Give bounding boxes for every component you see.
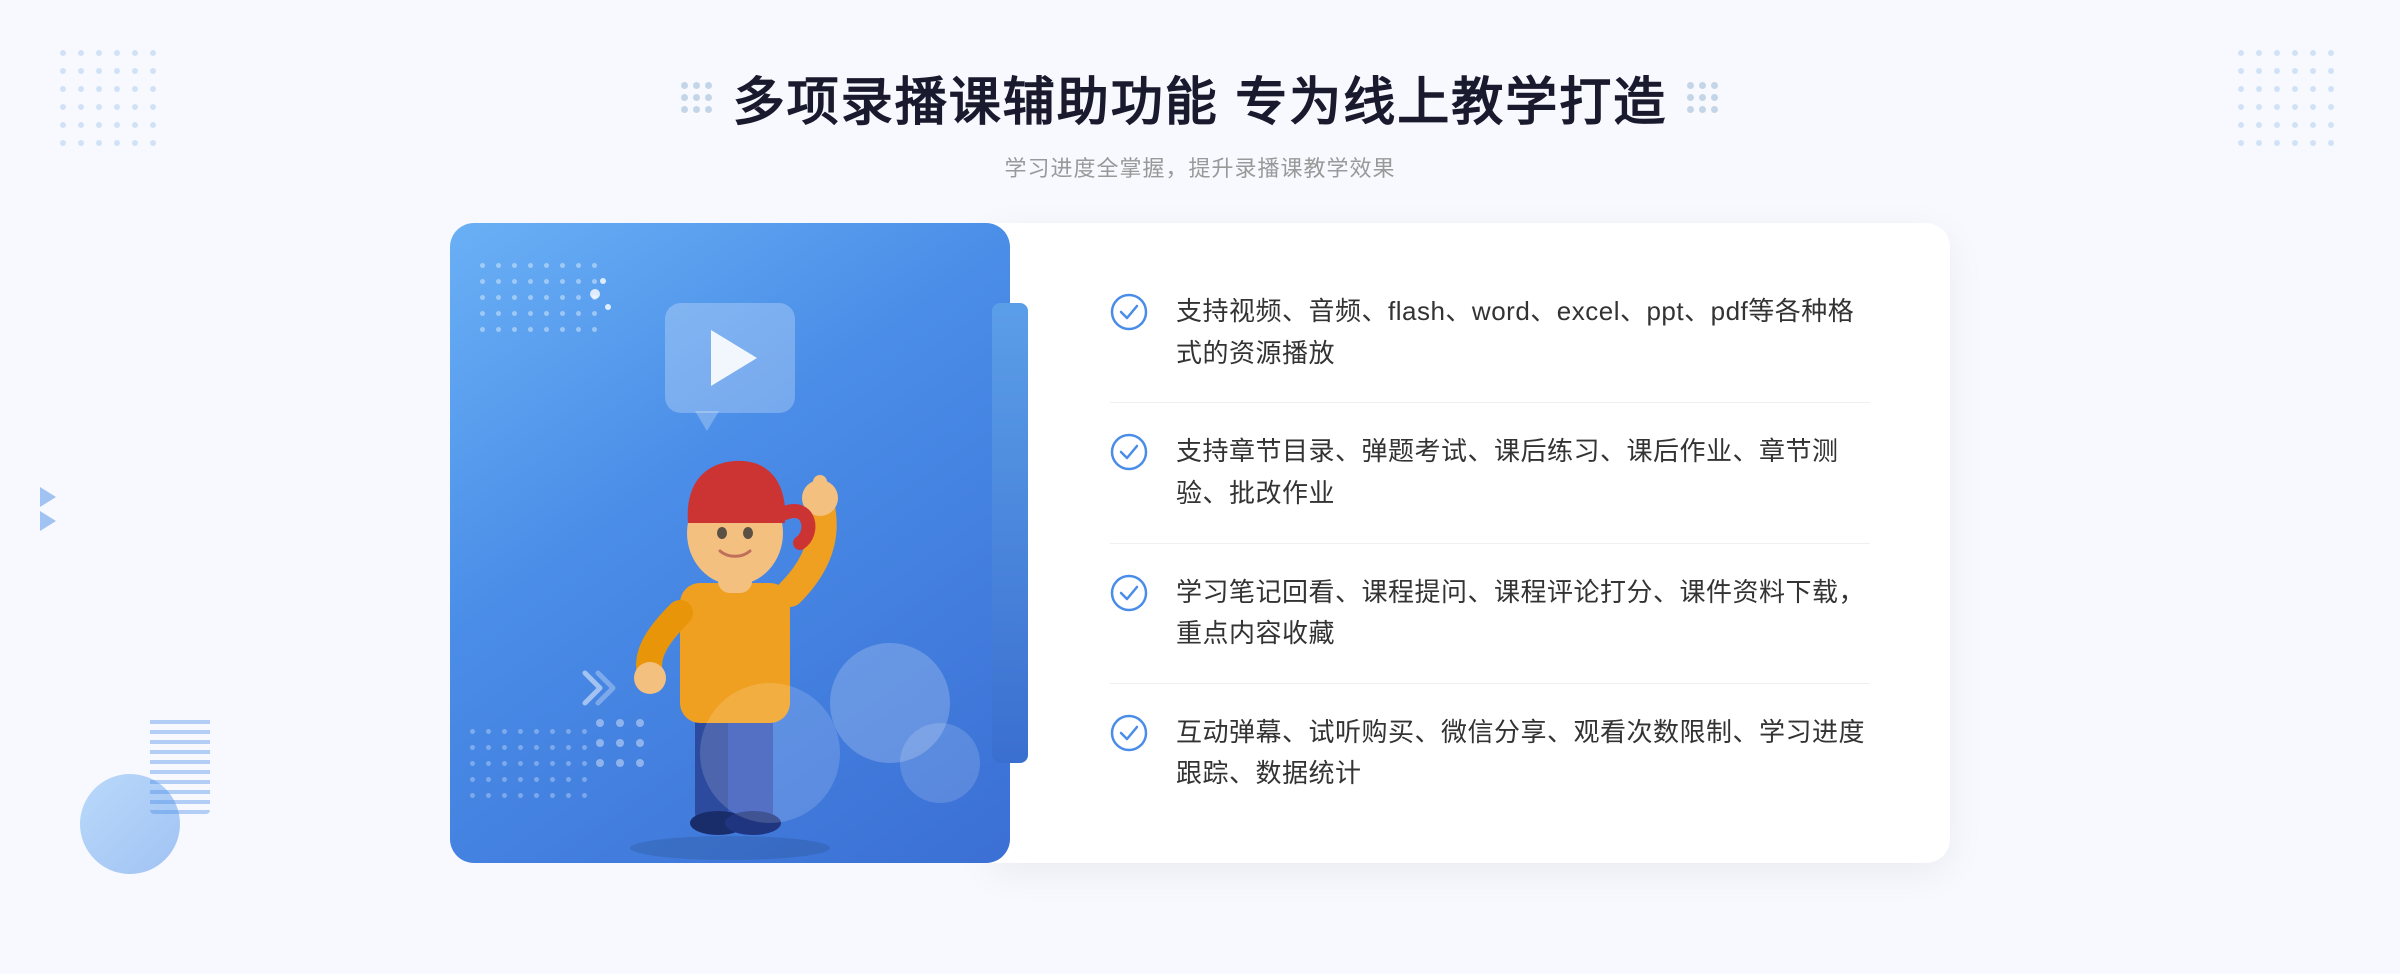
illus-dots-bottom (470, 729, 592, 803)
feature-text-3: 学习笔记回看、课程提问、课程评论打分、课件资料下载，重点内容收藏 (1176, 572, 1870, 655)
page-subtitle: 学习进度全掌握，提升录播课教学效果 (681, 151, 1719, 183)
dot-grid-right (1687, 82, 1719, 114)
check-icon-1 (1110, 293, 1148, 331)
illus-dots-top (480, 263, 602, 337)
page-container: 多项录播课辅助功能 专为线上教学打造 学习进度全掌握，提升录播课教学效果 (0, 0, 2400, 974)
deco-stripes (150, 714, 210, 814)
circle-light-2 (900, 723, 980, 803)
person-figure (570, 383, 890, 863)
title-row: 多项录播课辅助功能 专为线上教学打造 (681, 60, 1719, 135)
feature-text-1: 支持视频、音频、flash、word、excel、ppt、pdf等各种格式的资源… (1176, 291, 1870, 374)
check-icon-2 (1110, 433, 1148, 471)
content-card: 支持视频、音频、flash、word、excel、ppt、pdf等各种格式的资源… (990, 223, 1950, 863)
check-icon-3 (1110, 574, 1148, 612)
feature-item-3: 学习笔记回看、课程提问、课程评论打分、课件资料下载，重点内容收藏 (1110, 544, 1870, 684)
feature-item-1: 支持视频、音频、flash、word、excel、ppt、pdf等各种格式的资源… (1110, 263, 1870, 403)
chevron-icon-1 (40, 487, 56, 507)
illustration-card (450, 223, 1010, 863)
sparkle-decoration (590, 278, 600, 310)
feature-text-2: 支持章节目录、弹题考试、课后练习、课后作业、章节测验、批改作业 (1176, 431, 1870, 514)
outer-dots-left (60, 50, 162, 152)
check-icon-4 (1110, 714, 1148, 752)
feature-item-4: 互动弹幕、试听购买、微信分享、观看次数限制、学习进度跟踪、数据统计 (1110, 684, 1870, 823)
page-title: 多项录播课辅助功能 专为线上教学打造 (733, 60, 1667, 135)
title-decorator-left (681, 82, 713, 114)
feature-item-2: 支持章节目录、弹题考试、课后练习、课后作业、章节测验、批改作业 (1110, 403, 1870, 543)
play-triangle-icon (711, 330, 757, 386)
chevron-icon-2 (40, 511, 56, 531)
title-decorator-right (1687, 82, 1719, 114)
outer-dots-right (2238, 50, 2340, 152)
feature-text-4: 互动弹幕、试听购买、微信分享、观看次数限制、学习进度跟踪、数据统计 (1176, 712, 1870, 795)
page-chevrons (40, 487, 56, 531)
dot-grid-left (681, 82, 713, 114)
main-content: 支持视频、音频、flash、word、excel、ppt、pdf等各种格式的资源… (400, 223, 2000, 863)
header-section: 多项录播课辅助功能 专为线上教学打造 学习进度全掌握，提升录播课教学效果 (681, 0, 1719, 183)
